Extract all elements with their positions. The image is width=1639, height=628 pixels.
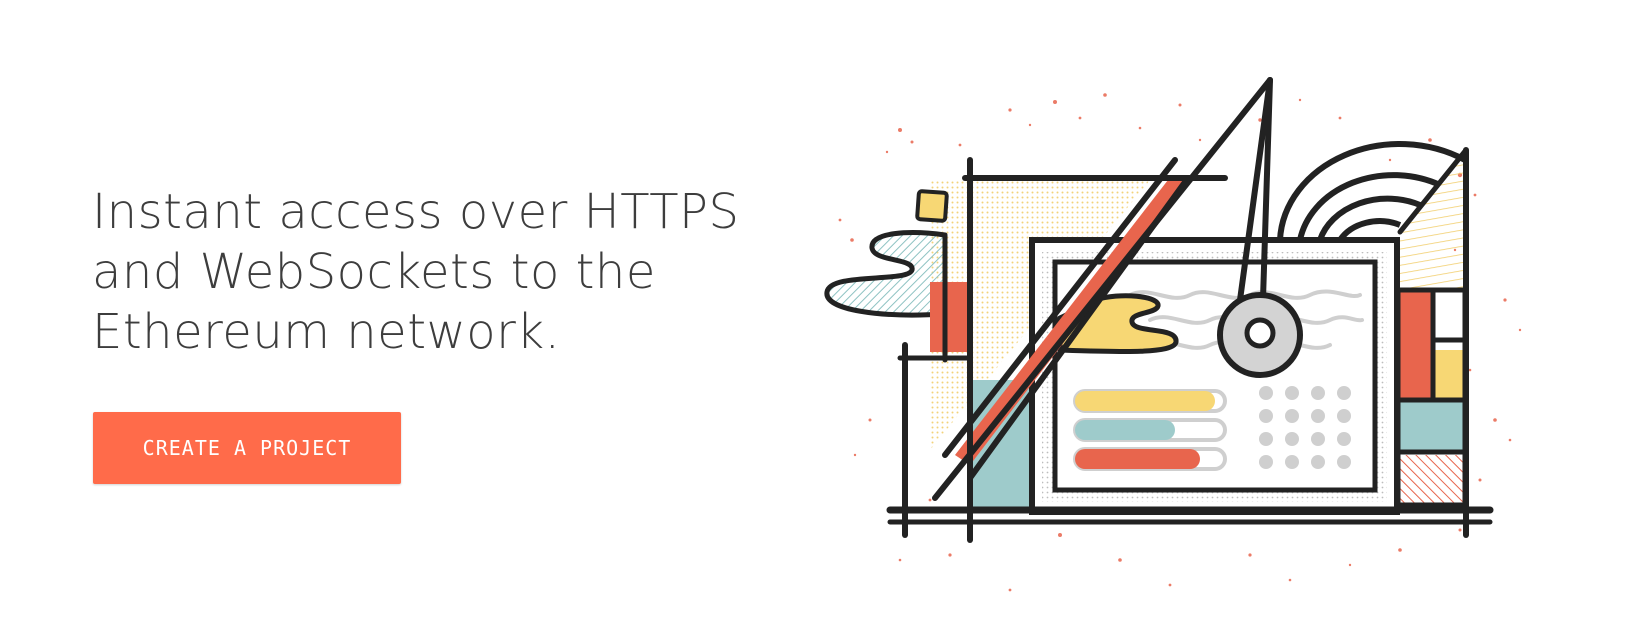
create-project-button[interactable]: CREATE A PROJECT [93,412,401,484]
hero-headline: Instant access over HTTPS and WebSockets… [92,182,772,362]
hero-section: Instant access over HTTPS and WebSockets… [0,0,1639,628]
headline-line-1: Instant access over HTTPS [92,184,740,240]
headline-line-2: and WebSockets to the [92,244,656,300]
network-machine-illustration [824,77,1522,592]
headline-line-3: Ethereum network. [92,304,561,360]
